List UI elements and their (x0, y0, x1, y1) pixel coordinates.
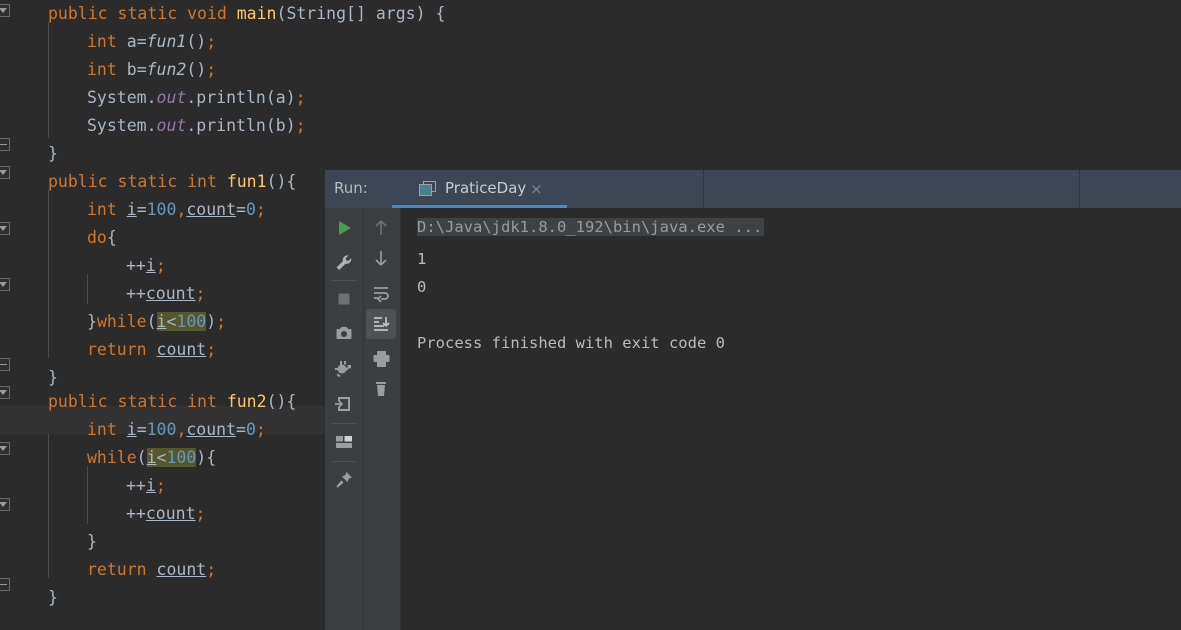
header-divider (703, 170, 704, 208)
screenshot-button[interactable] (329, 319, 359, 349)
code-line[interactable]: int b=fun2(); (0, 56, 1181, 84)
toolbar-divider (331, 461, 357, 462)
run-toolbar-secondary[interactable] (364, 208, 400, 630)
code-line[interactable]: public static void main(String[] args) { (0, 0, 1181, 28)
console-exit-message: Process finished with exit code 0 (417, 334, 725, 352)
settings-button[interactable] (329, 248, 359, 278)
run-tool-window[interactable]: Run: PraticeDay × D:\Java\jdk1.8.0_192\b… (325, 170, 1181, 630)
console-command-line[interactable]: D:\Java\jdk1.8.0_192\bin\java.exe ... (417, 214, 765, 241)
run-tool-window-header[interactable]: Run: PraticeDay × (325, 170, 1181, 208)
tab-praticeday[interactable]: PraticeDay × (392, 170, 567, 208)
toolbar-divider (331, 423, 357, 424)
next-occurrence-button[interactable] (366, 243, 396, 273)
code-line[interactable]: } (0, 140, 1181, 168)
run-label: Run: (334, 179, 368, 197)
console-output[interactable]: D:\Java\jdk1.8.0_192\bin\java.exe ... 1 … (401, 208, 1181, 630)
console-line: 1 (417, 250, 427, 268)
code-line[interactable]: int a=fun1(); (0, 28, 1181, 56)
pin-button[interactable] (329, 465, 359, 495)
clear-all-button[interactable] (366, 374, 396, 404)
scroll-to-end-button[interactable] (366, 309, 396, 339)
header-divider (1079, 170, 1080, 208)
toolbar-divider (331, 280, 357, 281)
print-button[interactable] (366, 344, 396, 374)
console-command-text: D:\Java\jdk1.8.0_192\bin\java.exe ... (417, 218, 765, 236)
code-line[interactable]: System.out.println(b); (0, 112, 1181, 140)
debug-attach-button[interactable] (329, 354, 359, 384)
console-line: 0 (417, 278, 427, 296)
export-button[interactable] (329, 389, 359, 419)
run-toolbar-primary[interactable] (325, 208, 363, 630)
code-line[interactable]: System.out.println(a); (0, 84, 1181, 112)
run-configuration-icon (419, 181, 436, 196)
rerun-button[interactable] (329, 213, 359, 243)
close-icon[interactable]: × (530, 180, 543, 198)
tab-label: PraticeDay (445, 179, 527, 197)
prev-occurrence-button[interactable] (366, 213, 396, 243)
layout-button[interactable] (329, 427, 359, 457)
soft-wrap-button[interactable] (366, 278, 396, 308)
stop-button[interactable] (329, 284, 359, 314)
